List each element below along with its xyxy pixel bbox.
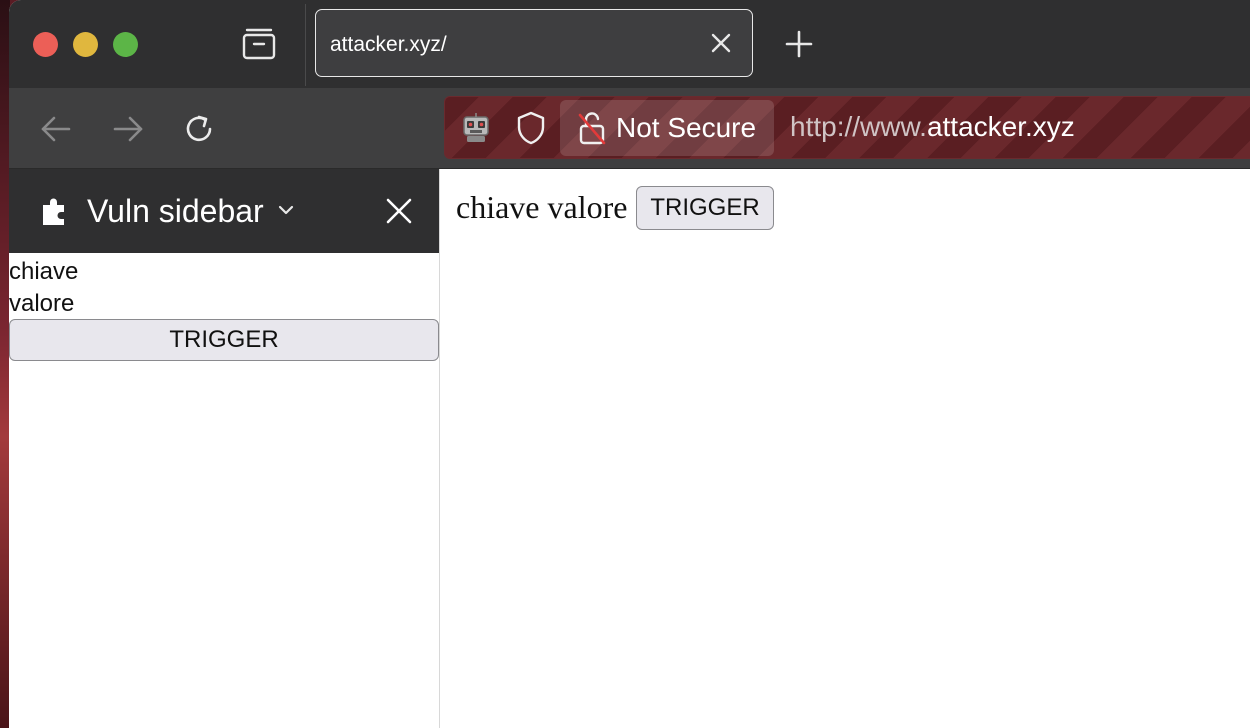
browser-window: attacker.xyz/ Not Secure http://www.atta… (9, 0, 1250, 728)
tab-strip: attacker.xyz/ (9, 0, 1250, 88)
puzzle-icon (39, 195, 71, 227)
url-prefix: http://www. (790, 111, 927, 142)
tab-overview-icon[interactable] (235, 26, 283, 66)
page-trigger-button[interactable]: TRIGGER (636, 186, 774, 230)
sidebar-key-text: chiave (9, 258, 79, 285)
lock-slash-icon (576, 110, 608, 146)
robot-icon[interactable] (459, 111, 493, 145)
sidebar-title[interactable]: Vuln sidebar (87, 193, 264, 230)
tab-active[interactable]: attacker.xyz/ (315, 9, 753, 77)
sidebar-header: Vuln sidebar (9, 169, 439, 253)
back-arrow-icon[interactable] (39, 112, 73, 146)
close-window-button[interactable] (33, 32, 58, 57)
forward-arrow-icon[interactable] (111, 112, 145, 146)
page-content: chiave valore TRIGGER (440, 169, 1250, 728)
chevron-down-icon[interactable] (277, 203, 295, 219)
reload-icon[interactable] (183, 112, 217, 146)
not-secure-label: Not Secure (616, 112, 757, 143)
sidebar-panel: Vuln sidebar chiave valore TRIGGER (9, 169, 440, 728)
tab-title: attacker.xyz/ (330, 33, 447, 56)
tab-strip-divider (305, 4, 306, 86)
address-bar[interactable]: Not Secure http://www.attacker.xyz (444, 96, 1250, 159)
minimize-window-button[interactable] (73, 32, 98, 57)
sidebar-trigger-button[interactable]: TRIGGER (9, 319, 439, 361)
shield-icon[interactable] (515, 110, 547, 146)
not-secure-indicator[interactable]: Not Secure (560, 100, 774, 156)
sidebar-value-text: valore (9, 290, 75, 317)
navigation-toolbar: Not Secure http://www.attacker.xyz (9, 88, 1250, 169)
page-text: chiave valore (456, 189, 628, 225)
close-sidebar-icon[interactable] (385, 197, 413, 225)
url-domain: attacker.xyz (926, 111, 1075, 142)
zoom-window-button[interactable] (113, 32, 138, 57)
plus-icon[interactable] (785, 30, 813, 58)
close-icon[interactable] (708, 30, 734, 56)
url-text[interactable]: http://www.attacker.xyz (790, 111, 1075, 143)
